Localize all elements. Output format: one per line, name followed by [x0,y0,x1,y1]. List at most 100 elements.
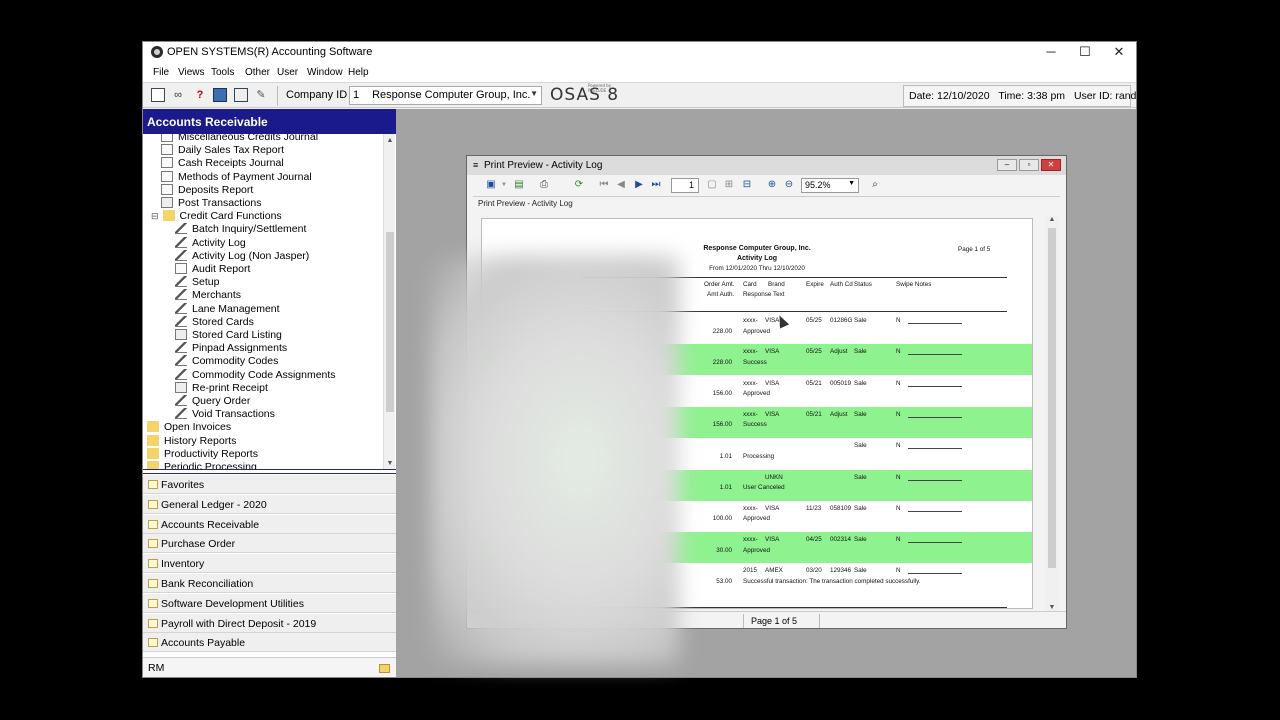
maximize-button[interactable]: ☐ [1068,42,1102,64]
preview-minimize-button[interactable]: – [997,159,1017,171]
module-item[interactable]: Bank Reconciliation [143,574,396,593]
tree-item[interactable]: Commodity Codes [175,355,278,368]
save-icon[interactable]: ▣ [485,179,497,191]
menu-help[interactable]: Help [348,67,369,78]
tree-item[interactable]: Pinpad Assignments [175,342,287,355]
tree-item[interactable]: Query Order [175,395,250,408]
tree-item[interactable]: Open Invoices [147,421,231,434]
window-icon[interactable] [151,88,165,102]
menu-views[interactable]: Views [178,67,205,78]
menu-tools[interactable]: Tools [211,67,234,78]
module-item[interactable]: Payroll with Direct Deposit - 2019 [143,613,396,633]
tree-item[interactable]: Cash Receipts Journal [161,157,284,170]
preview-tab[interactable]: Print Preview - Activity Log [478,199,573,208]
close-button[interactable]: ✕ [1102,42,1136,64]
menu-file[interactable]: File [153,67,169,78]
menu-user[interactable]: User [277,67,298,78]
tree-item[interactable]: Post Transactions [161,197,261,210]
tree-item[interactable]: Activity Log [175,236,246,250]
collapse-icon[interactable]: ⊟ [151,211,159,221]
tree-item[interactable]: Daily Sales Tax Report [161,144,284,157]
module-item[interactable]: Software Development Utilities [143,593,396,613]
tree-item[interactable]: Periodic Processing [147,461,257,469]
refresh-icon[interactable]: ⟳ [573,179,585,191]
panel-splitter[interactable] [143,469,396,474]
module-item[interactable]: Accounts Payable [143,633,396,653]
row-expire: 11/23 [806,504,822,512]
row-auth: Adjust [830,410,848,418]
row-amt: 100.00 [712,515,732,523]
print-icon[interactable]: ⎙ [538,179,550,191]
chevron-down-icon: ▼ [848,180,855,187]
calendar-icon[interactable] [234,88,248,102]
scroll-up-icon[interactable]: ▲ [384,137,396,144]
tree-item[interactable]: Activity Log (Non Jasper) [175,249,309,263]
save-dropdown-icon[interactable]: ▼ [498,179,510,191]
module-item[interactable]: Inventory [143,554,396,574]
preview-restore-button[interactable]: ▫ [1019,159,1039,171]
title-bar[interactable]: OPEN SYSTEMS(R) Accounting Software ─ ☐ … [143,42,1136,64]
tree-item[interactable]: Audit Report [175,263,250,276]
tree-scrollbar[interactable]: ▲ ▼ [383,134,395,469]
zoom-select[interactable]: 95.2% ▼ [801,178,859,193]
row-swipe: N [896,567,901,575]
tree-item[interactable]: Lane Management [175,302,280,316]
glasses-icon[interactable]: ∞ [171,88,185,102]
preview-scrollbar[interactable]: ▲ ▼ [1046,216,1058,611]
scroll-up-icon[interactable]: ▲ [1046,216,1058,223]
toolbar-separator [277,86,278,106]
window-title: OPEN SYSTEMS(R) Accounting Software [167,46,373,58]
tree-item[interactable]: Batch Inquiry/Settlement [175,223,306,236]
menu-other[interactable]: Other [245,67,270,78]
module-item[interactable]: General Ledger - 2020 [143,494,396,514]
footer-label: RM [148,662,165,674]
fit-page-icon[interactable]: ⊞ [723,179,735,191]
scroll-thumb[interactable] [386,232,394,412]
tree-item[interactable]: Merchants [175,289,241,302]
company-id-label: Company ID [286,89,348,101]
tree-item[interactable]: Productivity Reports [147,447,258,461]
menu-window[interactable]: Window [307,67,343,78]
window-menu-icon[interactable]: ≡ [473,160,478,170]
module-item[interactable]: Favorites [143,475,396,494]
help-icon[interactable]: ? [193,88,207,102]
tree-item[interactable]: History Reports [147,434,236,448]
scroll-down-icon[interactable]: ▼ [1046,604,1058,611]
module-item[interactable]: Accounts Receivable [143,514,396,534]
calculator-icon[interactable] [213,88,227,102]
zoom-out-icon[interactable]: ⊖ [783,179,795,191]
folder-icon[interactable] [379,664,390,673]
actual-size-icon[interactable]: ▢ [706,179,718,191]
fit-width-icon[interactable]: ⊟ [741,179,753,191]
preview-title-bar[interactable]: ≡ Print Preview - Activity Log – ▫ ✕ [467,156,1066,175]
notes-icon[interactable]: ✎ [254,88,268,102]
row-response: Approved [743,327,770,335]
preview-close-button[interactable]: ✕ [1041,159,1061,171]
tree-item[interactable]: Stored Card Listing [175,329,282,342]
export-icon[interactable]: ▤ [513,179,525,191]
tree-item[interactable]: Re-print Receipt [175,381,268,395]
post-icon [161,197,173,208]
first-page-icon[interactable]: ⏮ [598,179,610,191]
tree-item[interactable]: Commodity Code Assignments [175,368,336,382]
tree-item-label: Pinpad Assignments [192,342,288,355]
tree-item[interactable]: Methods of Payment Journal [161,170,312,184]
tree-item[interactable]: Stored Cards [175,315,254,329]
next-page-icon[interactable]: ▶ [633,179,645,191]
page-number-input[interactable]: 1 [671,178,699,193]
find-icon[interactable]: ⌕ [869,179,881,191]
prev-page-icon[interactable]: ◀ [615,179,627,191]
company-id-select[interactable]: 1 Response Computer Group, Inc. ▼ [349,86,542,105]
tree-item[interactable]: Deposits Report [161,183,253,197]
tree-item[interactable]: Void Transactions [175,408,275,421]
zoom-in-icon[interactable]: ⊕ [766,179,778,191]
tree-item[interactable]: Miscellaneous Credits Journal [161,134,318,144]
tree-item[interactable]: ⊟ Credit Card Functions [151,210,282,223]
row-expire: 05/25 [806,348,822,356]
tree-item[interactable]: Setup [175,276,219,289]
minimize-button[interactable]: ─ [1034,42,1068,64]
scroll-down-icon[interactable]: ▼ [384,460,396,467]
last-page-icon[interactable]: ⏭ [650,179,662,191]
module-item[interactable]: Purchase Order [143,534,396,554]
scroll-thumb[interactable] [1048,228,1056,568]
